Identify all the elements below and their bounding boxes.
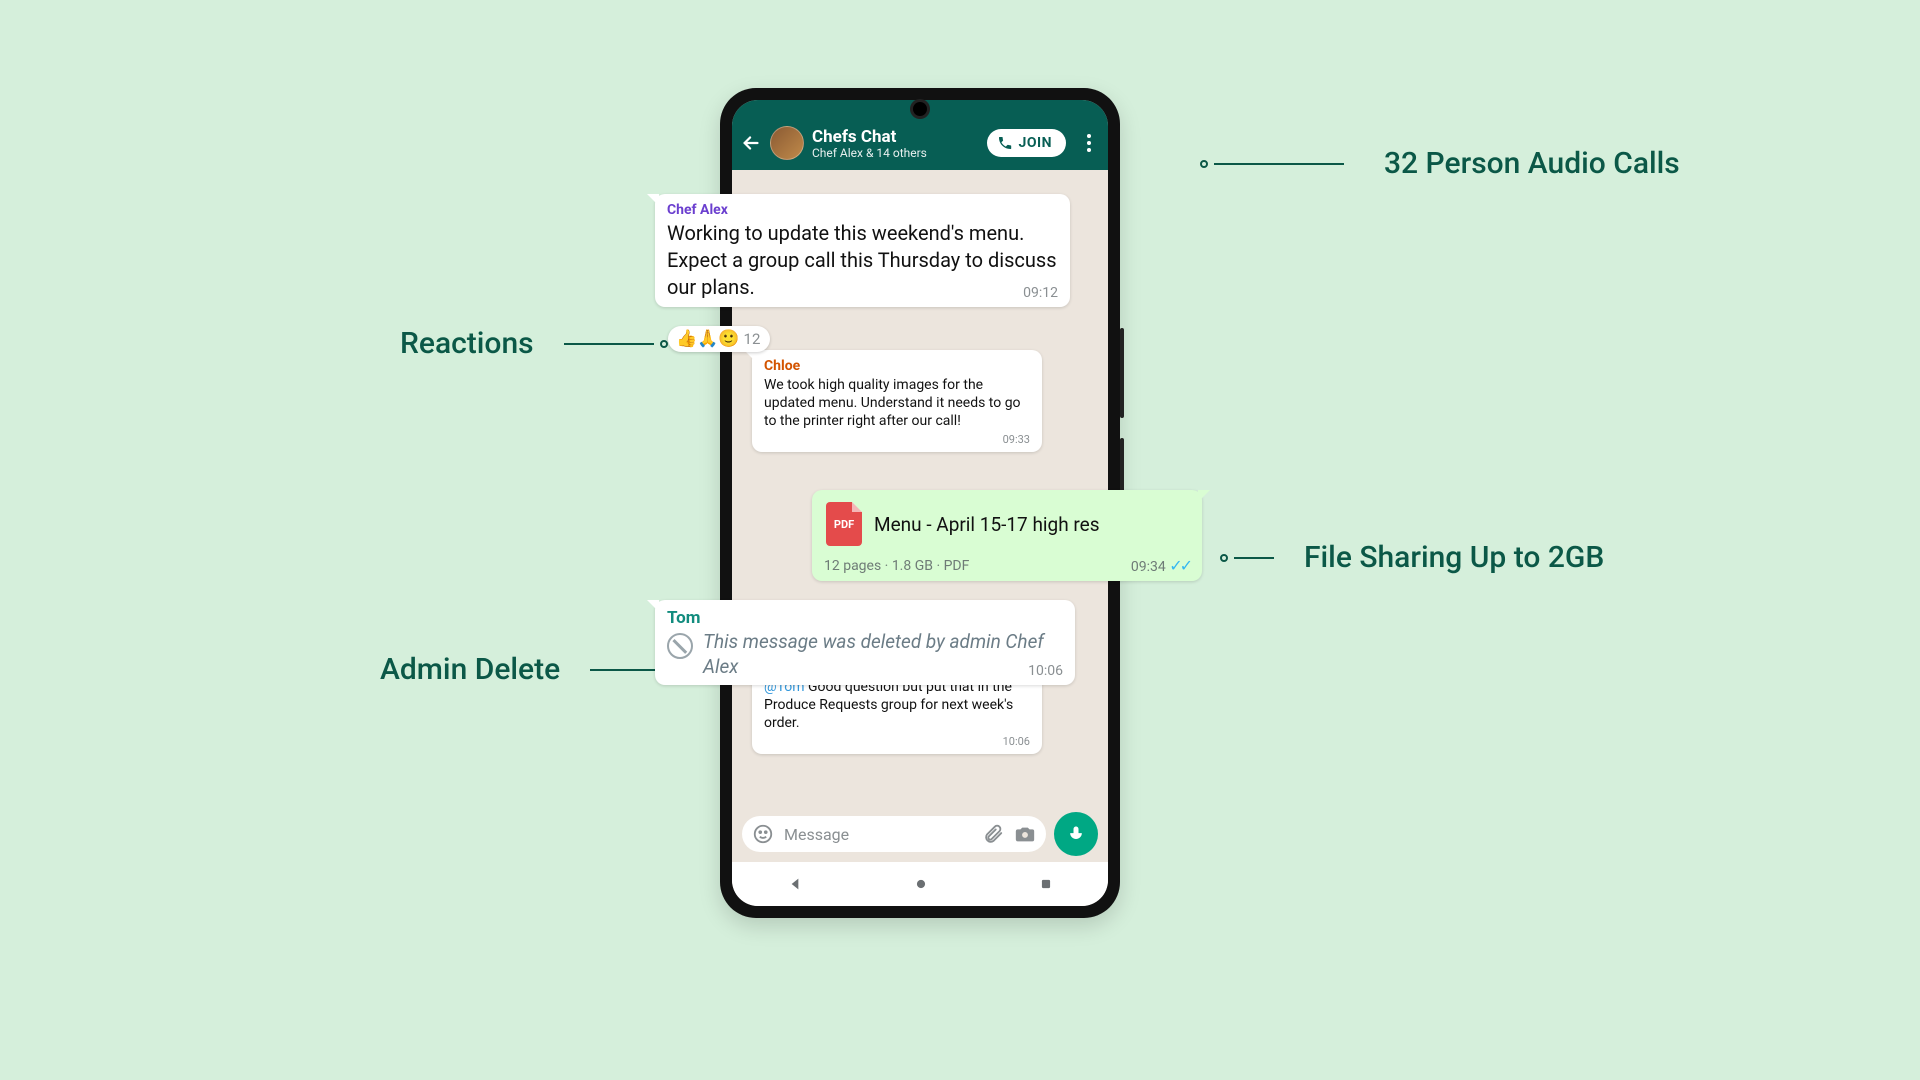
callout-admin-delete: Admin Delete — [380, 652, 684, 687]
chat-header: Chefs Chat Chef Alex & 14 others JOIN — [732, 120, 1108, 170]
callout-audio-calls: 32 Person Audio Calls — [1200, 146, 1680, 181]
callout-file-sharing: File Sharing Up to 2GB — [1220, 540, 1604, 575]
message-timestamp: 09:33 — [764, 433, 1030, 446]
join-call-button[interactable]: JOIN — [987, 129, 1066, 157]
message-input[interactable]: Message — [742, 816, 1046, 852]
read-receipt-icon: ✓✓ — [1169, 556, 1190, 575]
message-body: @Tom Good question but put that in the P… — [764, 678, 1030, 733]
message-timestamp: 10:06 — [764, 735, 1030, 748]
callout-label: File Sharing Up to 2GB — [1304, 540, 1604, 575]
group-avatar[interactable] — [770, 126, 804, 160]
overflow-menu-icon[interactable] — [1080, 132, 1098, 154]
deleted-message-text: This message was deleted by admin Chef A… — [703, 630, 1063, 679]
message-sender: Chloe — [764, 358, 1030, 374]
attachment-meta: 12 pages · 1.8 GB · PDF — [824, 558, 969, 574]
camera-icon[interactable] — [1014, 823, 1036, 845]
join-label: JOIN — [1019, 135, 1052, 151]
message-input-row: Message — [732, 804, 1108, 862]
nav-back-icon[interactable] — [787, 876, 803, 892]
message-sender: Chef Alex — [667, 202, 1058, 218]
chat-title-area[interactable]: Chefs Chat Chef Alex & 14 others — [812, 127, 979, 160]
chat-title: Chefs Chat — [812, 127, 979, 147]
nav-recent-icon[interactable] — [1039, 877, 1053, 891]
message-placeholder: Message — [784, 825, 972, 844]
message-body: We took high quality images for the upda… — [764, 376, 1030, 431]
pdf-icon: PDF — [826, 502, 862, 546]
message-timestamp: 10:06 — [1028, 663, 1063, 679]
chat-subtitle: Chef Alex & 14 others — [812, 146, 979, 160]
message-sender: Tom — [667, 608, 1063, 628]
nav-home-icon[interactable] — [914, 877, 928, 891]
message-bubble-deleted[interactable]: Tom This message was deleted by admin Ch… — [655, 600, 1075, 685]
android-navbar — [732, 862, 1108, 906]
voice-record-button[interactable] — [1054, 812, 1098, 856]
message-bubble-chef-alex-1[interactable]: Chef Alex Working to update this weekend… — [655, 194, 1070, 307]
message-bubble-chloe[interactable]: Chloe We took high quality images for th… — [752, 350, 1042, 452]
attachment-timestamp: 09:34 — [1131, 559, 1166, 575]
message-body: Working to update this weekend's menu. E… — [667, 220, 1058, 301]
attachment-filename: Menu - April 15-17 high res — [874, 513, 1100, 536]
callout-label: Admin Delete — [380, 652, 560, 687]
back-arrow-icon[interactable] — [740, 132, 762, 154]
attachment-bubble[interactable]: PDF Menu - April 15-17 high res 12 pages… — [812, 490, 1202, 581]
callout-label: 32 Person Audio Calls — [1384, 146, 1680, 181]
reactions-chip[interactable]: 👍🙏🙂 12 — [668, 326, 770, 352]
message-timestamp: 09:12 — [1023, 285, 1058, 301]
phone-icon — [997, 135, 1013, 151]
attachment-icon[interactable] — [982, 823, 1004, 845]
emoji-icon[interactable] — [752, 823, 774, 845]
callout-reactions: Reactions — [400, 326, 668, 361]
microphone-icon — [1066, 824, 1086, 844]
callout-label: Reactions — [400, 326, 534, 361]
reaction-count: 12 — [744, 330, 761, 348]
reaction-emoji-set: 👍🙏🙂 — [676, 329, 740, 349]
prohibited-icon — [667, 633, 693, 659]
